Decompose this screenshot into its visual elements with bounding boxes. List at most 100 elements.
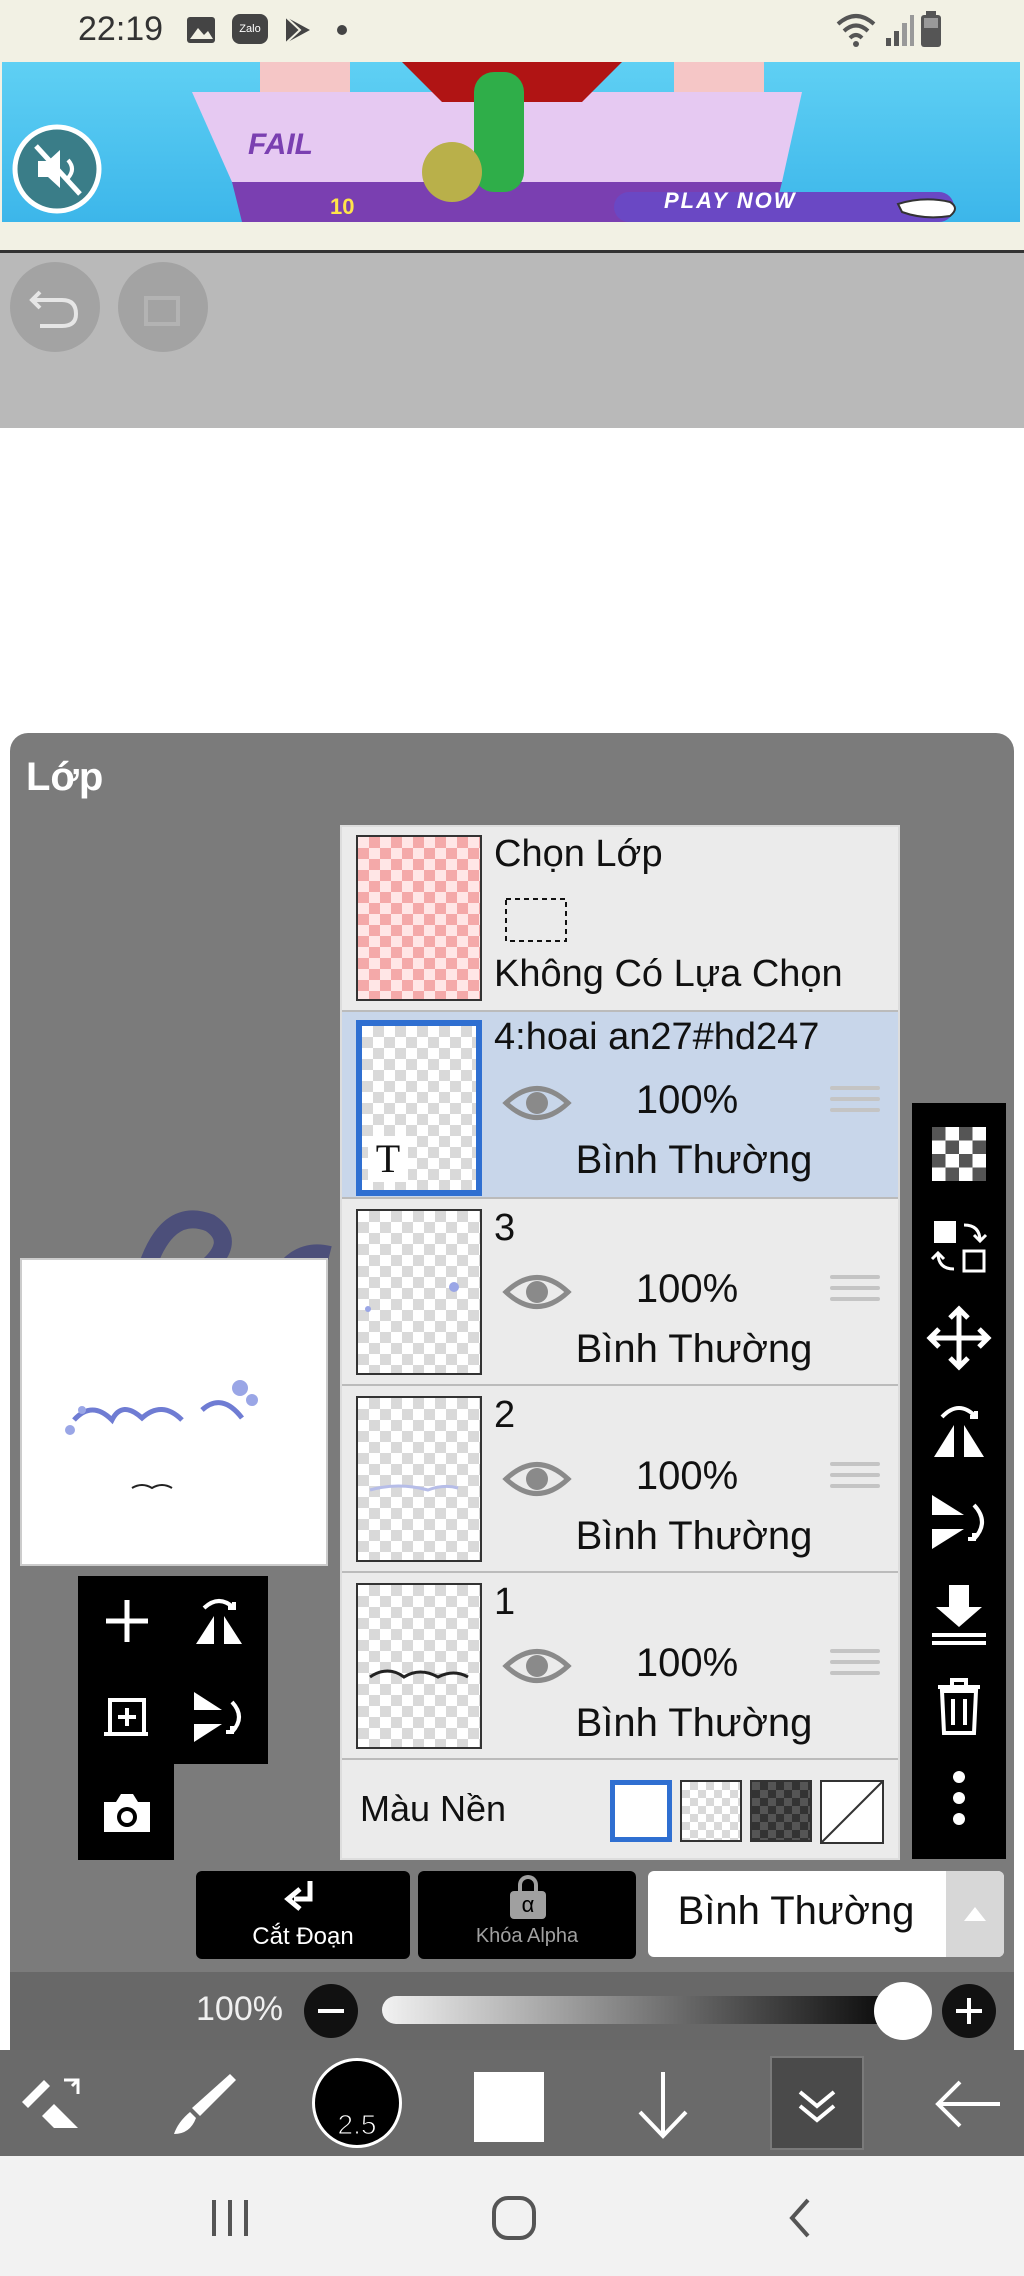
background-white-option[interactable] [610, 1780, 672, 1842]
preview-artwork [65, 1380, 258, 1490]
ad-banner[interactable]: FAIL 10 PLAY NOW [0, 62, 1024, 250]
flip-vertical-icon[interactable] [924, 1487, 994, 1557]
opacity-slider-track[interactable] [382, 1996, 912, 2024]
canvas-preview[interactable] [20, 1258, 328, 1566]
transfer-layer-icon[interactable] [924, 1211, 994, 1281]
selection-marquee-icon [505, 898, 567, 942]
layer-opacity: 100% [635, 1454, 739, 1498]
layer-blend-mode: Bình Thường [575, 1701, 813, 1745]
duplicate-layer-icon[interactable] [96, 1686, 158, 1748]
add-layer-icon[interactable] [96, 1590, 158, 1652]
eye-icon[interactable] [502, 1267, 572, 1317]
blend-mode-value: Bình Thường [677, 1889, 915, 1933]
double-chevron-down-icon [798, 2090, 836, 2123]
layers-list: Chọn Lớp Không Có Lựa Chọn T 4:hoai an27… [340, 825, 900, 1860]
home-icon[interactable] [488, 2192, 540, 2244]
plus-icon[interactable] [940, 1982, 998, 2040]
background-none-option[interactable] [820, 1780, 884, 1844]
recent-apps-icon[interactable] [204, 2196, 256, 2240]
selection-title: Chọn Lớp [494, 833, 663, 875]
drag-handle-icon[interactable] [830, 1649, 880, 1685]
brush-size-value: 2.5 [337, 2109, 377, 2141]
eye-icon[interactable] [502, 1641, 572, 1691]
layer-thumbnail [356, 1396, 482, 1562]
triangle-up-icon [964, 1907, 986, 1921]
color-swatch[interactable] [474, 2072, 544, 2142]
layer-thumbnail [356, 1209, 482, 1375]
bottom-toolbar: 2.5 [0, 2050, 1024, 2156]
layer-name: 3 [494, 1207, 516, 1249]
layer-thumbnail: T [356, 1020, 482, 1196]
layer-blend-mode: Bình Thường [575, 1138, 813, 1182]
flip-horizontal-small-icon[interactable] [188, 1590, 250, 1652]
clipping-button[interactable]: Cắt Đoạn [196, 1871, 410, 1959]
text-layer-badge: T [368, 1136, 408, 1182]
layer-row-3[interactable]: 3 100% Bình Thường [342, 1199, 898, 1386]
layer-opacity: 100% [635, 1641, 739, 1685]
arrow-down-icon[interactable] [628, 2068, 698, 2144]
background-row: Màu Nền [342, 1760, 898, 1858]
system-nav-bar [0, 2156, 1024, 2276]
alpha-lock-label: Khóa Alpha [475, 1925, 579, 1947]
alpha-lock-icon: α [510, 1875, 546, 1919]
eye-icon[interactable] [502, 1454, 572, 1504]
minus-icon[interactable] [302, 1982, 360, 2040]
flip-vertical-small-icon[interactable] [188, 1686, 250, 1748]
ad-score-text: 10 [330, 194, 355, 219]
background-transparent-light-option[interactable] [680, 1780, 742, 1842]
alpha-lock-button[interactable]: α Khóa Alpha [418, 1871, 636, 1959]
play-store-icon [285, 16, 310, 44]
brush-size-indicator[interactable]: 2.5 [312, 2058, 402, 2148]
canvas-toolbar [0, 250, 1024, 428]
selection-thumbnail [356, 835, 482, 1001]
layer-row-1[interactable]: 1 100% Bình Thường [342, 1573, 898, 1760]
layers-toggle-button[interactable] [770, 2056, 864, 2150]
nav-back-icon[interactable] [780, 2194, 820, 2242]
more-options-icon[interactable] [924, 1763, 994, 1833]
move-icon[interactable] [924, 1303, 994, 1373]
hand-pointer-icon [896, 198, 956, 219]
back-arrow-icon[interactable] [930, 2072, 1006, 2136]
opacity-slider-thumb[interactable] [874, 1982, 932, 2040]
delete-icon[interactable] [924, 1671, 994, 1741]
layer-tools-column [912, 1103, 1006, 1859]
dot-icon [337, 25, 347, 35]
mute-icon[interactable] [12, 124, 102, 214]
layer-opacity: 100% [635, 1267, 739, 1311]
drag-handle-icon[interactable] [830, 1086, 880, 1122]
blend-mode-arrow[interactable] [946, 1871, 1004, 1957]
signal-icon [886, 15, 914, 46]
drag-handle-icon[interactable] [830, 1275, 880, 1311]
layer-row-2[interactable]: 2 100% Bình Thường [342, 1386, 898, 1573]
opacity-row: 100% [10, 1972, 1014, 2050]
redo-icon [144, 296, 180, 326]
eye-icon[interactable] [502, 1078, 572, 1128]
opacity-value: 100% [196, 1990, 283, 2028]
panel-title: Lớp [26, 755, 104, 799]
layer-content-preview [365, 1282, 459, 1312]
camera-icon[interactable] [96, 1782, 158, 1844]
layer-name: 2 [494, 1394, 516, 1436]
flip-horizontal-icon[interactable] [924, 1395, 994, 1465]
wifi-icon [836, 14, 876, 47]
clipping-arrow-icon [284, 1881, 313, 1911]
undo-button[interactable] [10, 262, 100, 352]
redo-button[interactable] [118, 262, 208, 352]
checkerboard-icon[interactable] [924, 1119, 994, 1189]
merge-down-icon[interactable] [924, 1579, 994, 1649]
layer-thumbnail [356, 1583, 482, 1749]
layer-row-4[interactable]: T 4:hoai an27#hd247 100% Bình Thường [342, 1012, 898, 1199]
blend-mode-select[interactable]: Bình Thường [648, 1871, 1004, 1957]
layer-name: 4:hoai an27#hd247 [494, 1016, 820, 1058]
background-transparent-dark-option[interactable] [750, 1780, 812, 1842]
ad-play-now[interactable]: PLAY NOW [664, 188, 797, 214]
layer-content-preview [369, 1669, 469, 1679]
drag-handle-icon[interactable] [830, 1462, 880, 1498]
ad-fail-text: FAIL [248, 128, 313, 161]
transform-tools-icon[interactable] [14, 2068, 90, 2138]
brush-icon[interactable] [170, 2068, 240, 2138]
layer-content-preview [369, 1484, 459, 1492]
background-label: Màu Nền [360, 1788, 507, 1829]
status-bar: 22:19 Zalo [0, 0, 1024, 62]
selection-layer-row[interactable]: Chọn Lớp Không Có Lựa Chọn [342, 827, 898, 1012]
